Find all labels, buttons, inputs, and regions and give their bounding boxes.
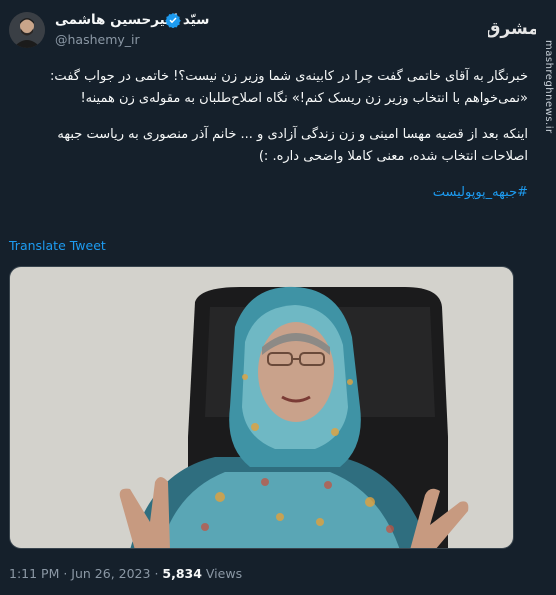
meta-separator: · [59, 566, 72, 581]
tweet-header: سیّد امیرحسین هاشمی @hashemy_ir مشرق mas… [0, 0, 556, 134]
tweet-meta: 1:11 PM · Jun 26, 2023 · 5,834 Views [9, 566, 242, 581]
hashtag-link[interactable]: #جبهه_پوپولیست [433, 185, 528, 200]
tweet-date[interactable]: Jun 26, 2023 [71, 566, 150, 581]
tweet-paragraph-1: خبرنگار به آقای خاتمی گفت چرا در کابینه‌… [50, 69, 528, 106]
tweet-text: خبرنگار به آقای خاتمی گفت چرا در کابینه‌… [18, 66, 528, 218]
translate-tweet-link[interactable]: Translate Tweet [9, 238, 106, 253]
author-handle[interactable]: @hashemy_ir [55, 32, 140, 47]
author-display-name[interactable]: سیّد امیرحسین هاشمی [55, 12, 209, 28]
tweet-time[interactable]: 1:11 PM [9, 566, 59, 581]
views-count: 5,834 [162, 566, 202, 581]
mashregh-logo: مشرق [485, 10, 539, 44]
tweet-media-photo[interactable] [9, 266, 514, 549]
svg-text:مشرق: مشرق [488, 19, 536, 39]
watermark-site: mashreghnews.ir [543, 40, 554, 134]
avatar[interactable] [9, 12, 45, 48]
verified-badge-icon [165, 12, 181, 29]
tweet-paragraph-2: اینکه بعد از قضیه مهسا امینی و زن زندگی … [57, 127, 528, 164]
views-label: Views [201, 566, 243, 581]
meta-separator-2: · [150, 566, 163, 581]
